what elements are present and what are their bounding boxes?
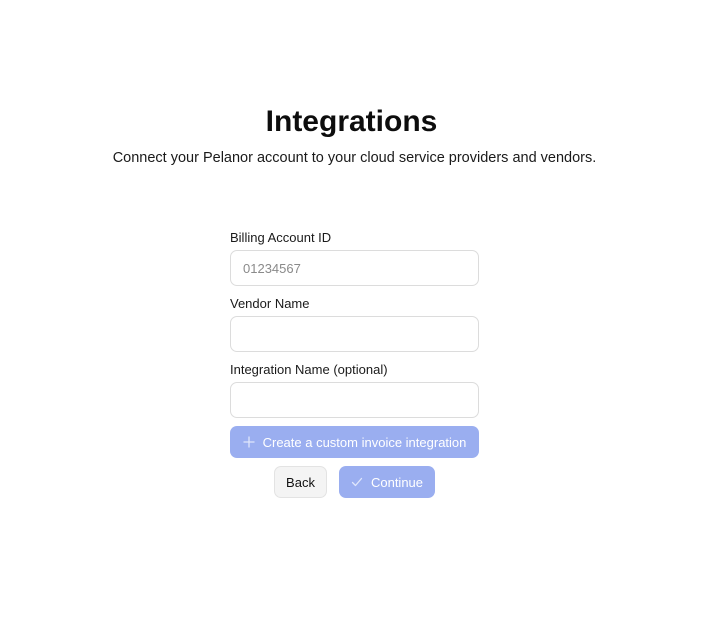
billing-account-id-input[interactable] <box>230 250 479 286</box>
plus-icon <box>242 436 255 448</box>
navigation-buttons: Back Continue <box>0 466 703 498</box>
check-icon <box>351 476 363 488</box>
integration-name-input[interactable] <box>230 382 479 418</box>
integration-name-field: Integration Name (optional) <box>230 361 479 418</box>
billing-account-id-field: Billing Account ID <box>230 229 479 286</box>
page-subtitle: Connect your Pelanor account to your clo… <box>112 150 597 166</box>
integration-name-label: Integration Name (optional) <box>230 362 388 377</box>
continue-label: Continue <box>370 474 424 490</box>
vendor-name-field: Vendor Name <box>230 295 479 352</box>
back-button[interactable]: Back <box>274 466 327 498</box>
integration-form: Billing Account ID Vendor Name Integrati… <box>230 229 479 427</box>
billing-account-id-label: Billing Account ID <box>230 230 332 245</box>
continue-button[interactable]: Continue <box>339 466 435 498</box>
page-title: Integrations <box>265 105 438 138</box>
vendor-name-label: Vendor Name <box>230 296 310 311</box>
create-custom-invoice-integration-label: Create a custom invoice integration <box>262 434 467 450</box>
vendor-name-input[interactable] <box>230 316 479 352</box>
create-custom-invoice-integration-button[interactable]: Create a custom invoice integration <box>230 426 479 458</box>
